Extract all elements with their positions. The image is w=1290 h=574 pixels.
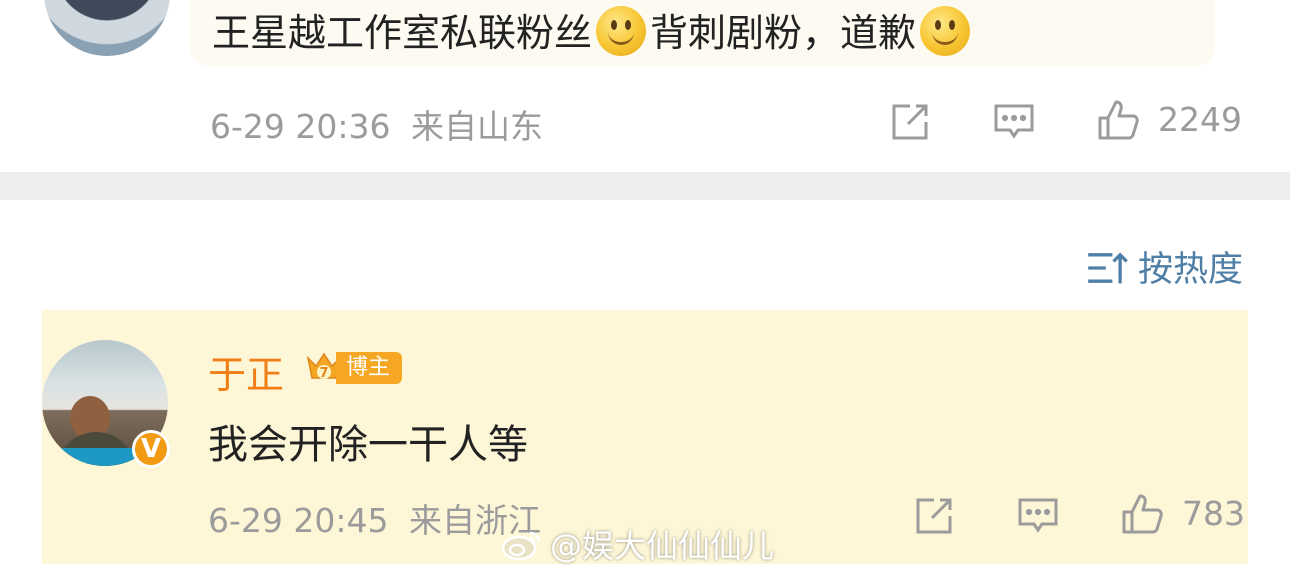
like-icon[interactable] [1120,492,1164,536]
username[interactable]: 于正 [208,344,284,399]
comment-text-part2: 背刺剧粉，道歉 [650,11,917,55]
comment-meta: 6-29 20:36 来自山东 [210,100,543,148]
sort-label: 按热度 [1138,249,1244,290]
timestamp: 6-29 20:45 [208,501,389,540]
share-icon[interactable] [888,100,932,144]
weibo-logo-icon [500,527,544,561]
timestamp: 6-29 20:36 [210,107,391,146]
watermark-text: @娱大仙仙仙儿 [550,527,775,565]
watermark: @娱大仙仙仙儿 [500,524,775,565]
comment-text: 我会开除一干人等 [208,422,528,468]
svg-text:7: 7 [319,366,328,381]
like-icon[interactable] [1096,98,1140,142]
comment-icon[interactable] [992,100,1036,144]
like-count: 2249 [1158,100,1242,139]
comment-text-part1: 王星越工作室私联粉丝 [212,11,593,55]
comment-text: 王星越工作室私联粉丝 背刺剧粉，道歉 [212,0,974,66]
blogger-badge: 博主 [336,352,403,384]
smile-emoji-icon [596,6,647,56]
like-count: 783 [1182,494,1245,533]
verified-badge: V [132,430,170,468]
comment-icon[interactable] [1016,494,1060,538]
share-icon[interactable] [912,494,956,538]
location: 来自山东 [411,107,543,146]
smile-emoji-icon [920,6,971,56]
comment-meta: 6-29 20:45 来自浙江 [208,494,541,542]
sort-toggle[interactable]: 按热度 [1086,244,1248,290]
sort-icon [1086,246,1128,286]
section-divider [0,172,1290,200]
